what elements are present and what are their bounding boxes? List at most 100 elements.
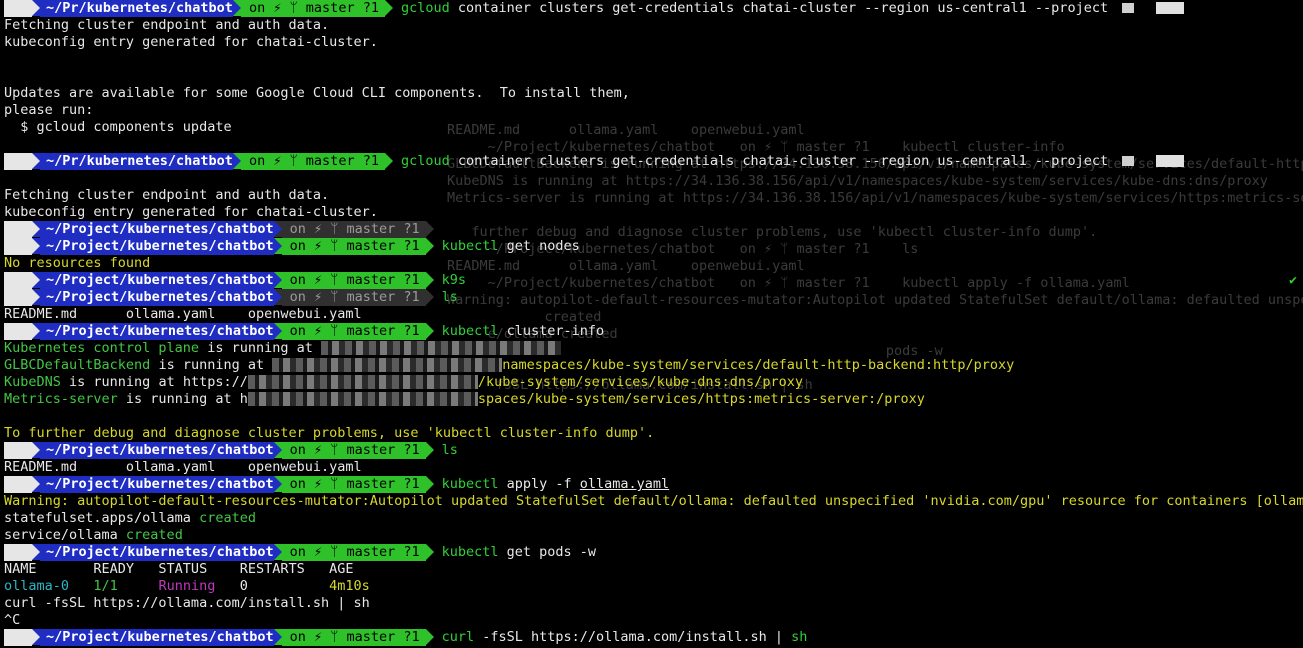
service-name: KubeDNS — [4, 374, 61, 390]
service-url: namespaces/kube-system/services/default-… — [502, 357, 1015, 373]
prompt-separator — [425, 272, 434, 288]
prompt-path: ~/Project/kubernetes/chatbot — [40, 544, 274, 561]
prompt-line: ~/Project/kubernetes/chatbot on ⚡ ᛘ maste… — [4, 544, 1303, 561]
prompt-line: ~/Pr/kubernetes/chatbot on ⚡ ᛘ master ?1 g… — [4, 153, 1303, 170]
redacted-block — [1122, 3, 1135, 13]
output-text: curl -fsSL https://ollama.com/install.sh… — [4, 595, 370, 611]
prompt-separator — [425, 629, 434, 645]
terminal-output: ~/Pr/kubernetes/chatbot on ⚡ ᛘ master ?1 g… — [4, 0, 1303, 646]
output-text: ^C — [4, 612, 21, 628]
output-line: Fetching cluster endpoint and auth data. — [4, 17, 1303, 34]
prompt-line: ~/Pr/kubernetes/chatbot on ⚡ ᛘ master ?1 g… — [4, 0, 1303, 17]
prompt-separator — [273, 323, 282, 339]
command-name: k9s — [441, 272, 466, 288]
output-text: service/ollama — [4, 527, 126, 543]
output-line: README.md ollama.yaml openwebui.yaml — [4, 459, 1303, 476]
prompt-git-status: on ⚡ ᛘ master ?1 — [281, 238, 426, 255]
command-args: container clusters get-credentials chata… — [449, 153, 1117, 169]
output-text: is running at — [199, 340, 321, 356]
apple-icon — [4, 0, 32, 17]
command-name: sh — [791, 629, 808, 645]
output-text: No resources found — [4, 255, 151, 271]
command-name: kubectl — [441, 476, 499, 492]
redacted-block — [1122, 156, 1135, 166]
prompt-path: ~/Project/kubernetes/chatbot — [40, 272, 274, 289]
output-line: kubeconfig entry generated for chatai-cl… — [4, 204, 1303, 221]
prompt-line: ~/Project/kubernetes/chatbot on ⚡ ᛘ maste… — [4, 221, 1303, 238]
command-text: gcloud container clusters get-credential… — [393, 153, 1185, 169]
prompt-line: ~/Project/kubernetes/chatbot on ⚡ ᛘ maste… — [4, 442, 1303, 459]
prompt-git-status: on ⚡ ᛘ master ?1 — [281, 476, 426, 493]
prompt-separator — [32, 0, 40, 16]
output-line: No resources found — [4, 255, 1303, 272]
redacted-block — [321, 341, 561, 355]
output-line: GLBCDefaultBackend is running at namespa… — [4, 357, 1303, 374]
output-text: README.md ollama.yaml openwebui.yaml — [4, 306, 362, 322]
redacted-block — [247, 375, 478, 389]
redacted-block — [247, 392, 478, 406]
output-text: $ gcloud components update — [4, 119, 232, 135]
command-text — [434, 221, 442, 237]
service-url: /kube-system/services/kube-dns:dns/proxy — [477, 374, 803, 390]
command-args: apply -f — [498, 476, 580, 492]
prompt-path: ~/Project/kubernetes/chatbot — [40, 221, 274, 238]
output-text: kubeconfig entry generated for chatai-cl… — [4, 204, 378, 220]
prompt-git-status: on ⚡ ᛘ master ?1 — [281, 442, 426, 459]
output-line: KubeDNS is running at https:// /kube-syst… — [4, 374, 1303, 391]
prompt-separator — [273, 238, 282, 254]
output-line: $ gcloud components update — [4, 119, 1303, 136]
prompt-path: ~/Project/kubernetes/chatbot — [40, 238, 274, 255]
prompt-separator — [273, 544, 282, 560]
prompt-separator — [425, 544, 434, 560]
success-check-icon: ✔ — [1289, 273, 1297, 288]
output-line: service/ollama created — [4, 527, 1303, 544]
apple-icon — [4, 221, 32, 238]
apple-icon — [4, 238, 32, 255]
service-url: spaces/kube-system/services/https:metric… — [477, 391, 925, 407]
command-name: curl — [441, 629, 475, 645]
prompt-separator — [425, 442, 434, 458]
output-line: Kubernetes control plane is running at — [4, 340, 1303, 357]
output-text: statefulset.apps/ollama — [4, 510, 200, 526]
prompt-path: ~/Project/kubernetes/chatbot — [40, 442, 274, 459]
prompt-separator — [273, 476, 282, 492]
prompt-separator — [384, 0, 393, 16]
redacted-block — [1156, 2, 1185, 14]
prompt-separator — [425, 289, 434, 305]
command-name: ls — [441, 289, 458, 305]
prompt-git-status: on ⚡ ᛘ master ?1 — [281, 289, 426, 306]
output-text: README.md ollama.yaml openwebui.yaml — [4, 459, 362, 475]
prompt-separator — [32, 476, 40, 492]
prompt-path: ~/Project/kubernetes/chatbot — [40, 629, 274, 646]
output-line: kubeconfig entry generated for chatai-cl… — [4, 34, 1303, 51]
prompt-line: ~/Project/kubernetes/chatbot on ⚡ ᛘ maste… — [4, 272, 1303, 289]
status-created: created — [199, 510, 256, 526]
prompt-separator — [273, 629, 282, 645]
prompt-git-status: on ⚡ ᛘ master ?1 — [240, 153, 385, 170]
pod-ready: 1/1 — [93, 578, 159, 594]
prompt-separator — [425, 238, 434, 254]
output-text: please run: — [4, 102, 94, 118]
prompt-git-status: on ⚡ ᛘ master ?1 — [281, 544, 426, 561]
apple-icon — [4, 153, 32, 170]
prompt-separator — [32, 153, 40, 169]
output-line: ollama-0 1/1 Running 0 4m10s — [4, 578, 1303, 595]
apple-icon — [4, 442, 32, 459]
command-args: cluster-info — [498, 323, 605, 339]
prompt-separator — [32, 629, 40, 645]
prompt-git-status: on ⚡ ᛘ master ?1 — [240, 0, 385, 17]
prompt-separator — [232, 0, 241, 16]
prompt-git-status: on ⚡ ᛘ master ?1 — [281, 272, 426, 289]
command-text: ls — [434, 442, 458, 458]
command-args: -fsSL https://ollama.com/install.sh | — [474, 629, 792, 645]
command-name: kubectl — [441, 323, 499, 339]
output-line: Updates are available for some Google Cl… — [4, 85, 1303, 102]
service-name: Kubernetes control plane — [4, 340, 200, 356]
prompt-separator — [32, 289, 40, 305]
output-line: statefulset.apps/ollama created — [4, 510, 1303, 527]
output-line: ^C — [4, 612, 1303, 629]
service-name: Metrics-server — [4, 391, 118, 407]
output-text: is running at https:// — [60, 374, 248, 390]
terminal-window[interactable]: README.md ollama.yaml openwebui.yaml ~/P… — [0, 0, 1303, 648]
